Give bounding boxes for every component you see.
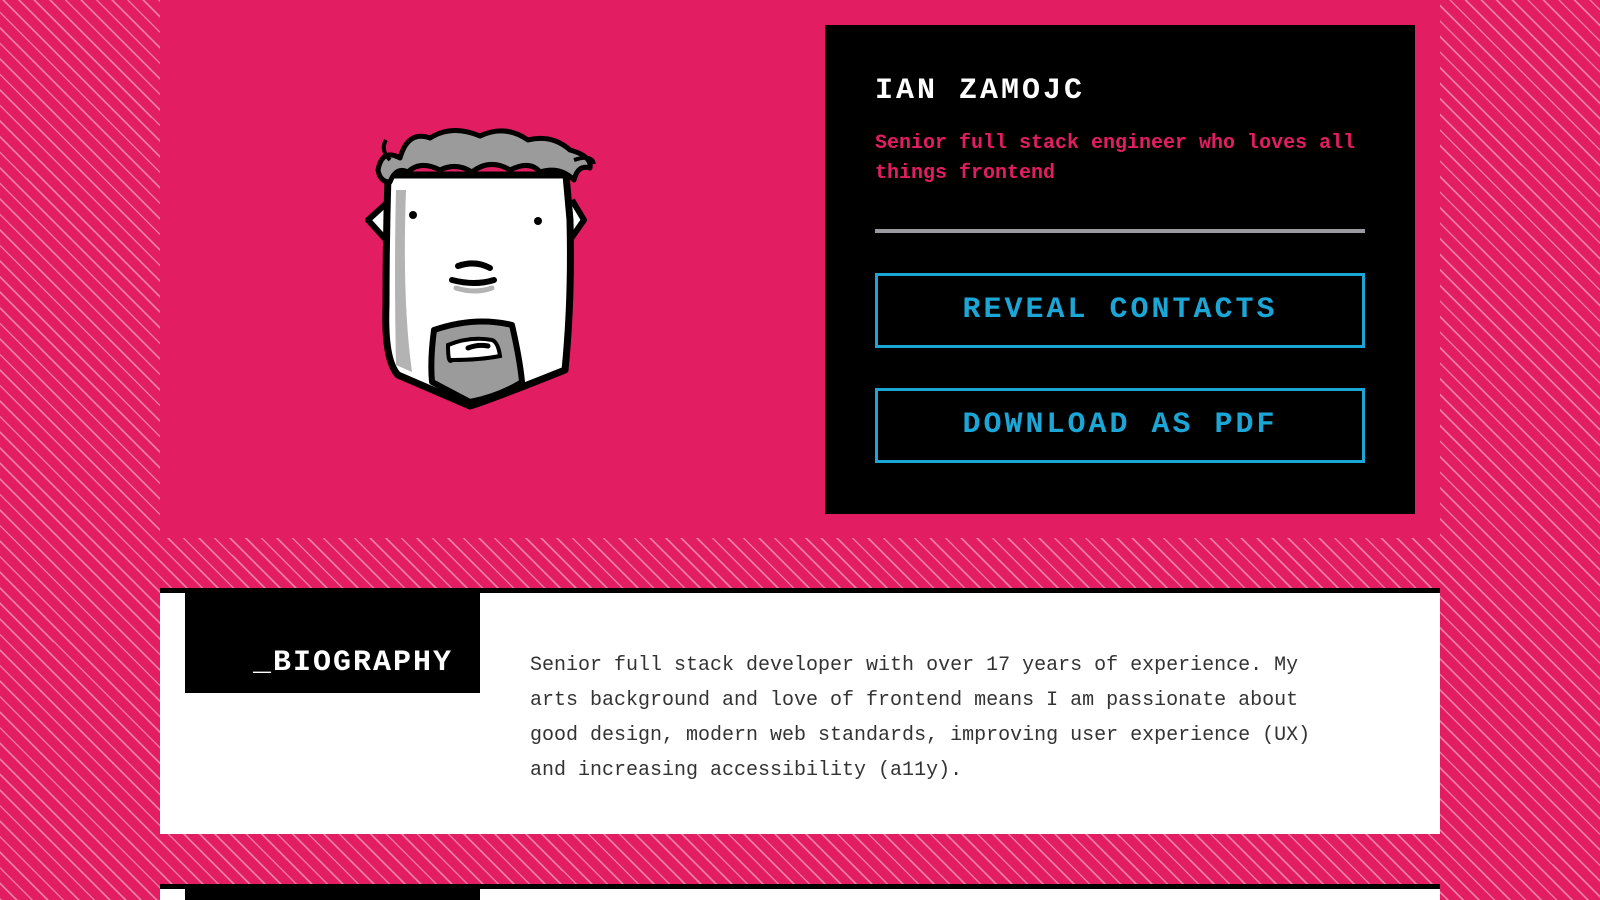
avatar-illustration bbox=[365, 128, 596, 410]
next-section bbox=[160, 884, 1440, 900]
next-section-heading bbox=[185, 889, 480, 900]
biography-heading: _BIOGRAPHY bbox=[185, 593, 480, 693]
hero-section: IAN ZAMOJC Senior full stack engineer wh… bbox=[160, 0, 1440, 538]
download-pdf-button[interactable]: DOWNLOAD AS PDF bbox=[875, 388, 1365, 463]
reveal-contacts-button[interactable]: REVEAL CONTACTS bbox=[875, 273, 1365, 348]
profile-name: IAN ZAMOJC bbox=[875, 74, 1086, 108]
biography-text: Senior full stack developer with over 17… bbox=[530, 654, 1311, 782]
profile-tagline: Senior full stack engineer who loves all… bbox=[875, 132, 1356, 185]
biography-section: _BIOGRAPHY Senior full stack developer w… bbox=[160, 588, 1440, 834]
card-divider bbox=[875, 229, 1365, 233]
profile-card: IAN ZAMOJC Senior full stack engineer wh… bbox=[825, 25, 1415, 514]
